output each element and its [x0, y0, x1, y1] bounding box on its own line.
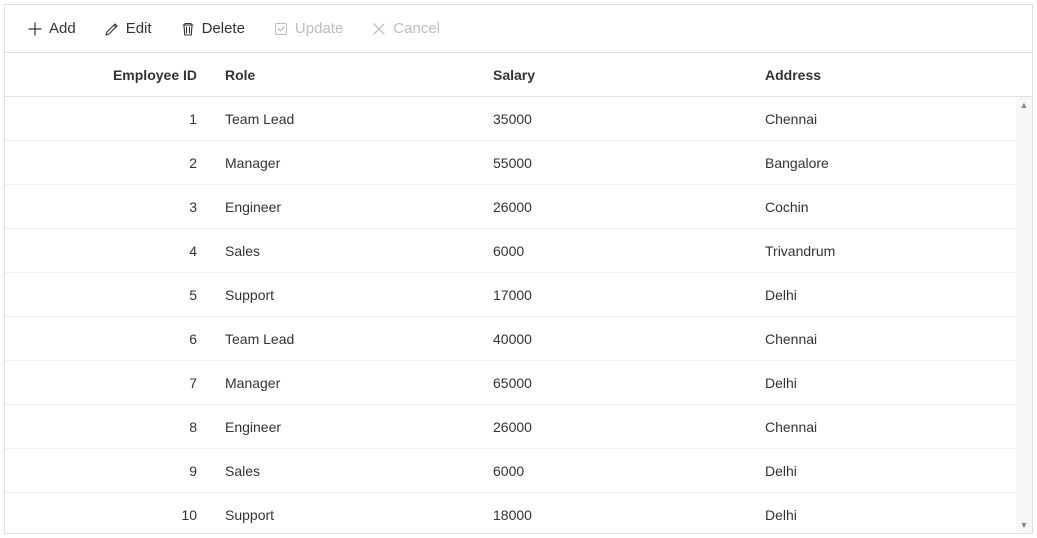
table-row[interactable]: 7Manager65000Delhi	[5, 361, 1032, 405]
cell-address: Delhi	[755, 453, 1032, 489]
cell-employee-id: 10	[5, 497, 215, 533]
cell-address: Chennai	[755, 101, 1032, 137]
trash-icon	[180, 21, 196, 37]
table-row[interactable]: 9Sales6000Delhi	[5, 449, 1032, 493]
cell-employee-id: 2	[5, 145, 215, 181]
cell-address: Delhi	[755, 277, 1032, 313]
delete-label: Delete	[202, 20, 245, 37]
column-header-employee-id[interactable]: Employee ID	[5, 55, 215, 95]
cell-role: Manager	[215, 145, 483, 181]
cell-employee-id: 1	[5, 101, 215, 137]
cell-role: Support	[215, 277, 483, 313]
cell-salary: 55000	[483, 145, 755, 181]
cell-address: Cochin	[755, 189, 1032, 225]
pencil-icon	[104, 21, 120, 37]
delete-button[interactable]: Delete	[168, 14, 257, 43]
update-label: Update	[295, 20, 343, 37]
cell-role: Sales	[215, 233, 483, 269]
grid-body: 1Team Lead35000Chennai2Manager55000Banga…	[5, 97, 1032, 533]
cell-salary: 6000	[483, 233, 755, 269]
plus-icon	[27, 21, 43, 37]
cell-salary: 35000	[483, 101, 755, 137]
edit-label: Edit	[126, 20, 152, 37]
cell-salary: 65000	[483, 365, 755, 401]
cell-address: Delhi	[755, 365, 1032, 401]
cell-salary: 26000	[483, 409, 755, 445]
cell-salary: 18000	[483, 497, 755, 533]
cell-address: Chennai	[755, 321, 1032, 357]
table-row[interactable]: 6Team Lead40000Chennai	[5, 317, 1032, 361]
cell-address: Delhi	[755, 497, 1032, 533]
cancel-button[interactable]: Cancel	[359, 14, 452, 43]
close-icon	[371, 21, 387, 37]
add-button[interactable]: Add	[15, 14, 88, 43]
table-row[interactable]: 3Engineer26000Cochin	[5, 185, 1032, 229]
column-header-address[interactable]: Address	[755, 55, 1032, 95]
table-row[interactable]: 5Support17000Delhi	[5, 273, 1032, 317]
column-header-row: Employee ID Role Salary Address	[5, 53, 1032, 97]
add-label: Add	[49, 20, 76, 37]
cell-salary: 40000	[483, 321, 755, 357]
scrollbar[interactable]: ▲ ▼	[1016, 97, 1032, 533]
cell-role: Support	[215, 497, 483, 533]
cancel-label: Cancel	[393, 20, 440, 37]
column-header-role[interactable]: Role	[215, 55, 483, 95]
cell-employee-id: 3	[5, 189, 215, 225]
cell-employee-id: 5	[5, 277, 215, 313]
cell-employee-id: 9	[5, 453, 215, 489]
cell-role: Engineer	[215, 409, 483, 445]
cell-employee-id: 4	[5, 233, 215, 269]
cell-employee-id: 6	[5, 321, 215, 357]
table-row[interactable]: 10Support18000Delhi	[5, 493, 1032, 533]
column-header-salary[interactable]: Salary	[483, 55, 755, 95]
cell-salary: 17000	[483, 277, 755, 313]
table-row[interactable]: 1Team Lead35000Chennai	[5, 97, 1032, 141]
table-row[interactable]: 4Sales6000Trivandrum	[5, 229, 1032, 273]
cell-role: Sales	[215, 453, 483, 489]
data-grid: Add Edit Delete Update Cancel	[4, 4, 1033, 534]
cell-role: Manager	[215, 365, 483, 401]
scroll-up-icon[interactable]: ▲	[1016, 97, 1032, 113]
save-icon	[273, 21, 289, 37]
update-button[interactable]: Update	[261, 14, 355, 43]
cell-address: Bangalore	[755, 145, 1032, 181]
edit-button[interactable]: Edit	[92, 14, 164, 43]
cell-salary: 6000	[483, 453, 755, 489]
cell-address: Chennai	[755, 409, 1032, 445]
cell-employee-id: 8	[5, 409, 215, 445]
cell-role: Team Lead	[215, 101, 483, 137]
cell-role: Engineer	[215, 189, 483, 225]
scroll-down-icon[interactable]: ▼	[1016, 517, 1032, 533]
toolbar: Add Edit Delete Update Cancel	[5, 5, 1032, 53]
cell-employee-id: 7	[5, 365, 215, 401]
cell-address: Trivandrum	[755, 233, 1032, 269]
table-row[interactable]: 2Manager55000Bangalore	[5, 141, 1032, 185]
table-row[interactable]: 8Engineer26000Chennai	[5, 405, 1032, 449]
cell-salary: 26000	[483, 189, 755, 225]
cell-role: Team Lead	[215, 321, 483, 357]
